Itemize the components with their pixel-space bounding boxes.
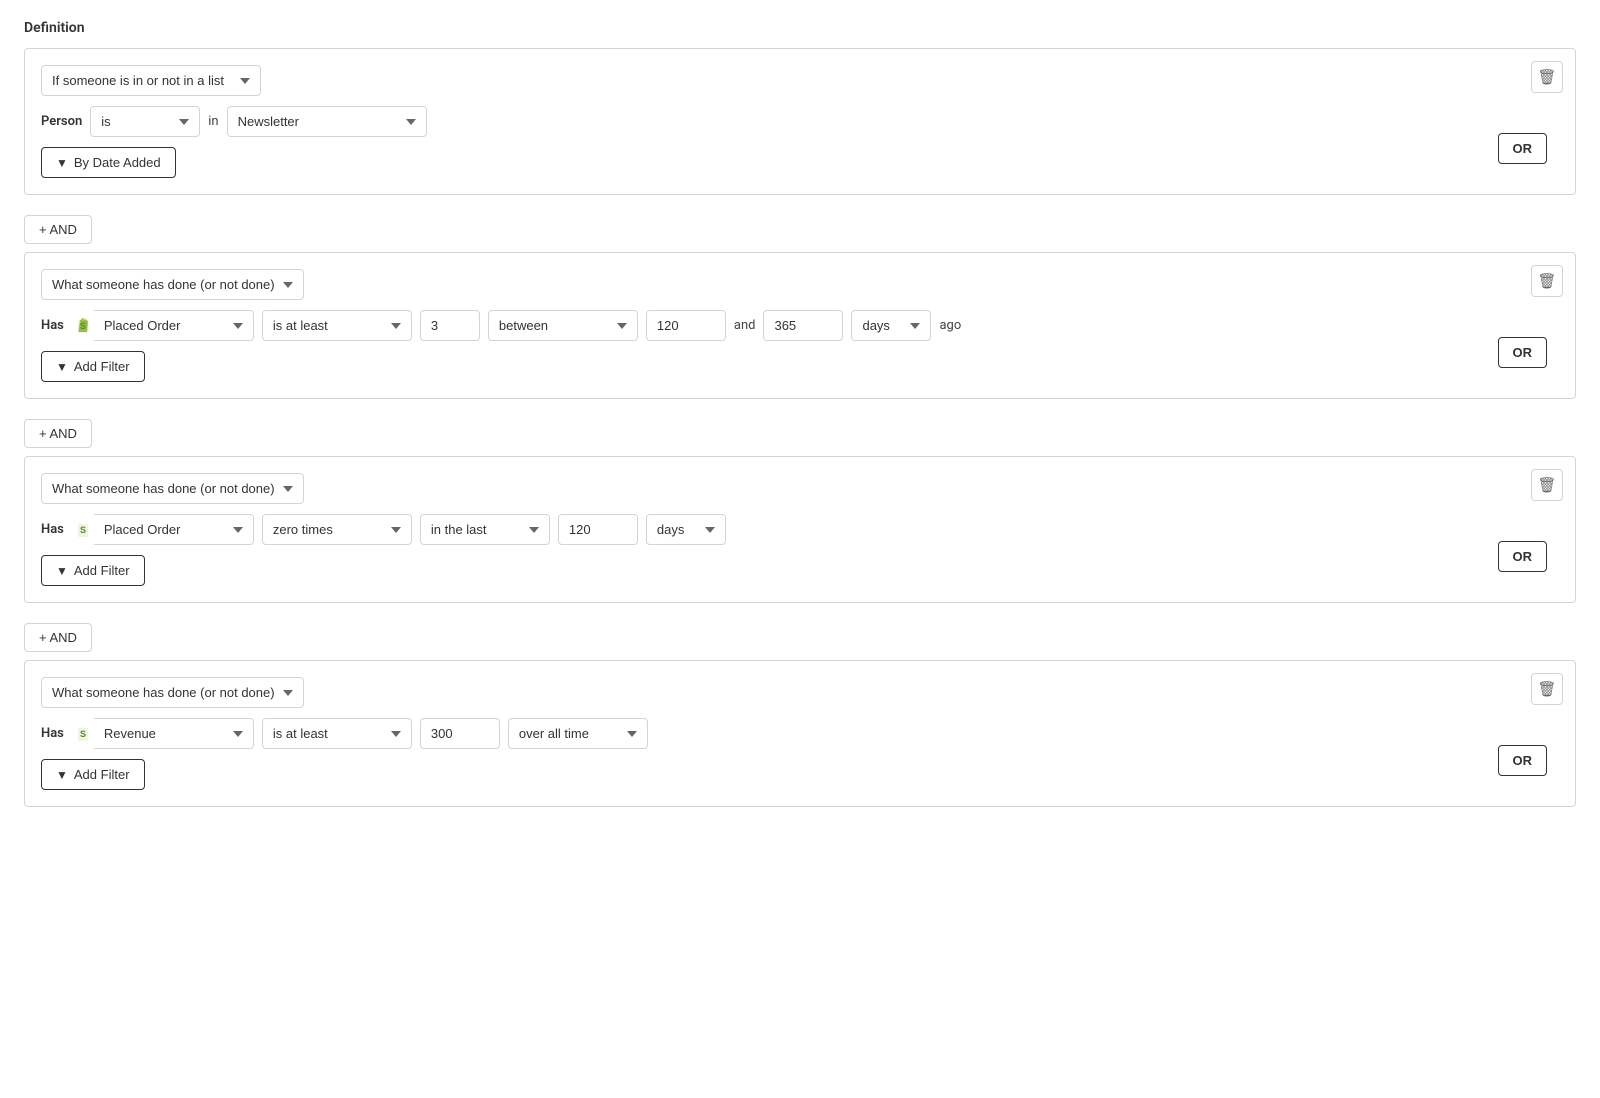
by-date-added-button[interactable]: ▼ By Date Added: [41, 147, 176, 178]
has-label-3: Has: [41, 522, 64, 537]
or-button-1[interactable]: OR: [1498, 133, 1548, 164]
delete-button-2[interactable]: 🗑: [1531, 265, 1563, 297]
shopify-icon-2: S: [72, 315, 94, 337]
svg-text:S: S: [80, 729, 86, 739]
event-select-2[interactable]: Placed Order: [94, 310, 254, 341]
condition-block-2: What someone has done (or not done) Has …: [24, 252, 1576, 399]
delete-button-1[interactable]: 🗑: [1531, 61, 1563, 93]
ago-label-2: ago: [939, 318, 961, 333]
add-filter-button-4[interactable]: ▼ Add Filter: [41, 759, 145, 790]
time-unit-select-3[interactable]: days: [646, 514, 726, 545]
has-label-4: Has: [41, 726, 64, 741]
time-val2-input-2[interactable]: [763, 310, 843, 341]
condition-block-3: What someone has done (or not done) Has …: [24, 456, 1576, 603]
value-input-4[interactable]: [420, 718, 500, 749]
shopify-icon-3: S: [72, 519, 94, 541]
filter-icon-4: ▼: [56, 768, 68, 782]
operator-select-4[interactable]: is at least: [262, 718, 412, 749]
person-label: Person: [41, 114, 82, 129]
trash-icon-1: 🗑: [1537, 68, 1556, 86]
event-select-4[interactable]: Revenue: [94, 718, 254, 749]
operator-select-3[interactable]: zero times: [262, 514, 412, 545]
person-operator-select[interactable]: is: [90, 106, 200, 137]
condition-block-1: If someone is in or not in a list Person…: [24, 48, 1576, 195]
filter-icon: ▼: [56, 156, 68, 170]
and-connector-3[interactable]: + AND: [24, 623, 92, 652]
time-val1-input-2[interactable]: [646, 310, 726, 341]
filter-icon-3: ▼: [56, 564, 68, 578]
filter-icon-2: ▼: [56, 360, 68, 374]
or-button-2[interactable]: OR: [1498, 337, 1548, 368]
add-filter-button-3[interactable]: ▼ Add Filter: [41, 555, 145, 586]
time-val-input-3[interactable]: [558, 514, 638, 545]
or-button-3[interactable]: OR: [1498, 541, 1548, 572]
time-operator-select-2[interactable]: between: [488, 310, 638, 341]
and-connector-2[interactable]: + AND: [24, 419, 92, 448]
time-operator-select-3[interactable]: in the last: [420, 514, 550, 545]
condition-type-select-1[interactable]: If someone is in or not in a list: [41, 65, 261, 96]
operator-select-2[interactable]: is at least: [262, 310, 412, 341]
definition-heading: Definition: [24, 20, 1576, 36]
delete-button-4[interactable]: 🗑: [1531, 673, 1563, 705]
condition-type-select-2[interactable]: What someone has done (or not done): [41, 269, 304, 300]
condition-block-4: What someone has done (or not done) Has …: [24, 660, 1576, 807]
delete-button-3[interactable]: 🗑: [1531, 469, 1563, 501]
time-unit-select-2[interactable]: days: [851, 310, 931, 341]
time-operator-select-4[interactable]: over all time: [508, 718, 648, 749]
in-label: in: [208, 114, 218, 129]
event-select-3[interactable]: Placed Order: [94, 514, 254, 545]
has-label-2: Has: [41, 318, 64, 333]
condition-type-select-3[interactable]: What someone has done (or not done): [41, 473, 304, 504]
trash-icon-4: 🗑: [1537, 680, 1556, 698]
condition-type-select-4[interactable]: What someone has done (or not done): [41, 677, 304, 708]
trash-icon-3: 🗑: [1537, 476, 1556, 494]
add-filter-button-2[interactable]: ▼ Add Filter: [41, 351, 145, 382]
trash-icon-2: 🗑: [1537, 272, 1556, 290]
and-connector-1[interactable]: + AND: [24, 215, 92, 244]
and-label-2: and: [734, 318, 756, 333]
count-input-2[interactable]: [420, 310, 480, 341]
svg-text:S: S: [80, 321, 86, 331]
shopify-icon-4: S: [72, 723, 94, 745]
list-select[interactable]: Newsletter: [227, 106, 427, 137]
svg-text:S: S: [80, 525, 86, 535]
or-button-4[interactable]: OR: [1498, 745, 1548, 776]
